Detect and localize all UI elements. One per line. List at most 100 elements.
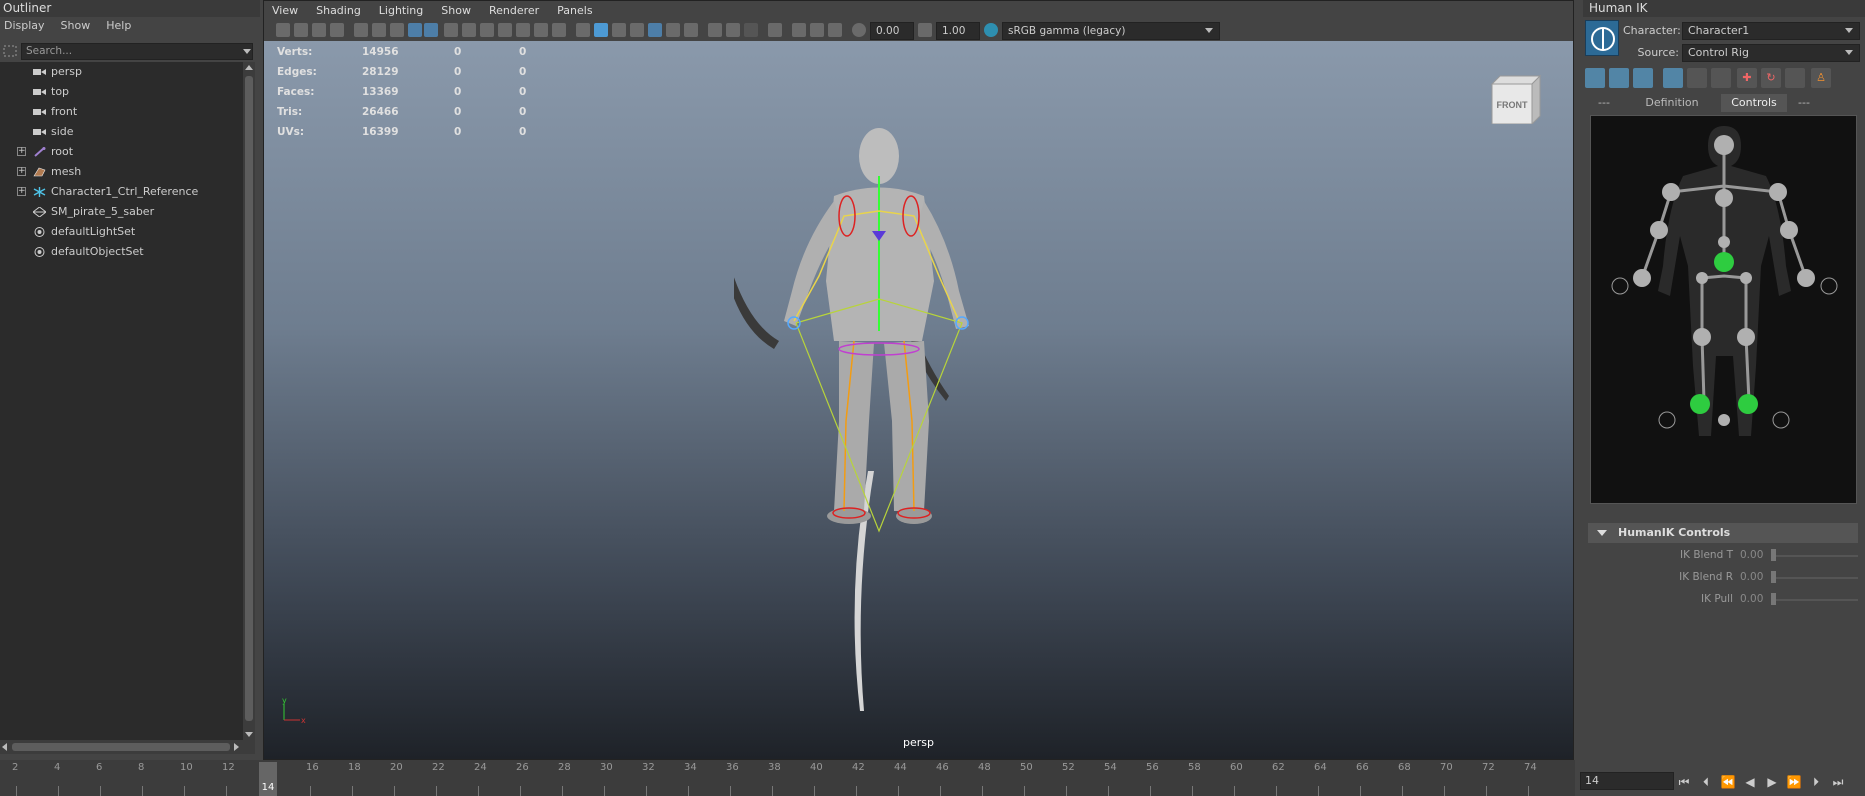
- xray-icon[interactable]: [648, 23, 662, 37]
- outliner-item-defaultobjectset[interactable]: defaultObjectSet: [0, 242, 243, 262]
- ik-blend-r-value[interactable]: 0.00: [1740, 571, 1763, 583]
- step-back-key-icon[interactable]: ⏪: [1720, 774, 1736, 790]
- camera-attributes-icon[interactable]: [294, 23, 308, 37]
- scroll-right-icon[interactable]: [234, 743, 239, 751]
- show-skeleton-icon[interactable]: [1585, 68, 1605, 88]
- outliner-item-persp[interactable]: persp: [0, 62, 243, 82]
- effector-spine[interactable]: [1718, 236, 1730, 248]
- effector-head[interactable]: [1714, 135, 1734, 155]
- exposure-icon[interactable]: [852, 23, 866, 37]
- outliner-item-top[interactable]: top: [0, 82, 243, 102]
- color-space-select[interactable]: sRGB gamma (legacy): [1002, 22, 1220, 40]
- right-foot-expand-icon[interactable]: [1772, 411, 1790, 429]
- play-backwards-icon[interactable]: ◀: [1742, 774, 1758, 790]
- safe-title-icon[interactable]: [552, 23, 566, 37]
- go-to-end-icon[interactable]: ⏭: [1830, 774, 1846, 790]
- timeline-ruler[interactable]: 2468101214161820222426283032343638404244…: [0, 760, 1575, 796]
- effector-right-foot[interactable]: [1738, 394, 1758, 414]
- tab-right-placeholder[interactable]: ---: [1793, 94, 1815, 112]
- scroll-down-icon[interactable]: [245, 732, 253, 737]
- use-all-lights-icon[interactable]: [666, 23, 680, 37]
- full-body-icon[interactable]: [1663, 68, 1683, 88]
- ik-blend-t-thumb[interactable]: [1771, 549, 1776, 561]
- step-forward-frame-icon[interactable]: ⏵: [1808, 774, 1824, 790]
- film-gate-icon[interactable]: [462, 23, 476, 37]
- step-forward-key-icon[interactable]: ⏩: [1786, 774, 1802, 790]
- xray-active-icon[interactable]: [810, 23, 824, 37]
- pin-translate-icon[interactable]: ✚: [1737, 68, 1757, 88]
- grid-icon[interactable]: [444, 23, 458, 37]
- pirate-character-model[interactable]: [734, 91, 1034, 731]
- viewport-menu-lighting[interactable]: Lighting: [379, 1, 423, 21]
- field-chart-icon[interactable]: [516, 23, 530, 37]
- effector-left-foot[interactable]: [1690, 394, 1710, 414]
- effector-right-elbow[interactable]: [1780, 221, 1798, 239]
- color-management-icon[interactable]: [984, 23, 998, 37]
- viewport-menu-panels[interactable]: Panels: [557, 1, 592, 21]
- viewport-menu-show[interactable]: Show: [441, 1, 471, 21]
- current-frame-field[interactable]: 14: [1580, 772, 1674, 790]
- effector-left-elbow[interactable]: [1650, 221, 1668, 239]
- current-time-marker[interactable]: 14: [259, 762, 277, 796]
- screen-space-ao-icon[interactable]: [708, 23, 722, 37]
- outliner-item-defaultlightset[interactable]: defaultLightSet: [0, 222, 243, 242]
- gamma-icon[interactable]: [918, 23, 932, 37]
- scroll-up-icon[interactable]: [245, 65, 253, 70]
- camera-2d-pan-icon[interactable]: [372, 23, 386, 37]
- wireframe-on-shaded-icon[interactable]: [630, 23, 644, 37]
- view-cube[interactable]: FRONT: [1488, 74, 1543, 124]
- gamma-field[interactable]: 1.00: [936, 22, 980, 40]
- xray-joints-icon[interactable]: [792, 23, 806, 37]
- ik-pull-slider[interactable]: [1773, 599, 1858, 601]
- character-select[interactable]: Character1: [1682, 22, 1860, 40]
- filter-icon[interactable]: [3, 45, 17, 57]
- show-bones-icon[interactable]: [1633, 68, 1653, 88]
- ik-pull-value[interactable]: 0.00: [1740, 593, 1763, 605]
- search-dropdown-icon[interactable]: [243, 49, 251, 54]
- select-camera-icon[interactable]: [276, 23, 290, 37]
- outliner-search-input[interactable]: Search...: [21, 43, 253, 60]
- outliner-menu-display[interactable]: Display: [4, 17, 45, 35]
- scrollbar-thumb[interactable]: [245, 76, 253, 721]
- isolate-select-icon[interactable]: [768, 23, 782, 37]
- human-ik-logo-icon[interactable]: [1585, 20, 1619, 56]
- stance-pose-icon[interactable]: ♙: [1811, 68, 1831, 88]
- source-select[interactable]: Control Rig: [1682, 44, 1860, 62]
- effector-hips[interactable]: [1714, 252, 1734, 272]
- outliner-menu-show[interactable]: Show: [61, 17, 91, 35]
- ik-pull-thumb[interactable]: [1771, 593, 1776, 605]
- ik-blend-r-thumb[interactable]: [1771, 571, 1776, 583]
- step-back-frame-icon[interactable]: ⏴: [1698, 774, 1714, 790]
- outliner-horizontal-scrollbar[interactable]: [0, 740, 255, 754]
- safe-action-icon[interactable]: [534, 23, 548, 37]
- selection-icon[interactable]: [1711, 68, 1731, 88]
- 3d-viewport-scene[interactable]: Verts: 14956 0 0 Edges: 28129 0 0 Faces: 13369 0…: [264, 41, 1573, 759]
- effector-right-knee[interactable]: [1737, 328, 1755, 346]
- camera-2d-zoom-icon[interactable]: [390, 23, 404, 37]
- effector-right-shoulder[interactable]: [1769, 183, 1787, 201]
- outliner-item-front[interactable]: front: [0, 102, 243, 122]
- pin-rotate-icon[interactable]: ↻: [1761, 68, 1781, 88]
- viewport-menu-renderer[interactable]: Renderer: [489, 1, 539, 21]
- outliner-vertical-scrollbar[interactable]: [243, 62, 255, 740]
- ik-blend-r-slider[interactable]: [1773, 577, 1858, 579]
- wireframe-icon[interactable]: [576, 23, 590, 37]
- effector-reference[interactable]: [1718, 414, 1730, 426]
- backface-culling-icon[interactable]: [828, 23, 842, 37]
- tab-left-placeholder[interactable]: ---: [1593, 94, 1615, 112]
- exposure-field[interactable]: 0.00: [870, 22, 914, 40]
- image-plane-icon[interactable]: [330, 23, 344, 37]
- expand-icon[interactable]: +: [17, 167, 26, 176]
- effector-right-hand[interactable]: [1797, 269, 1815, 287]
- left-foot-expand-icon[interactable]: [1658, 411, 1676, 429]
- scrollbar-thumb[interactable]: [12, 743, 230, 751]
- expand-icon[interactable]: +: [17, 147, 26, 156]
- effector-chest[interactable]: [1715, 189, 1733, 207]
- viewport-menu-shading[interactable]: Shading: [316, 1, 361, 21]
- outliner-item-root[interactable]: + root: [0, 142, 243, 162]
- bookmark-icon[interactable]: [312, 23, 326, 37]
- collapse-icon[interactable]: [1597, 530, 1607, 536]
- tab-controls[interactable]: Controls: [1721, 94, 1787, 112]
- outliner-item-character-reference[interactable]: + Character1_Ctrl_Reference: [0, 182, 243, 202]
- outliner-item-saber[interactable]: SM_pirate_5_saber: [0, 202, 243, 222]
